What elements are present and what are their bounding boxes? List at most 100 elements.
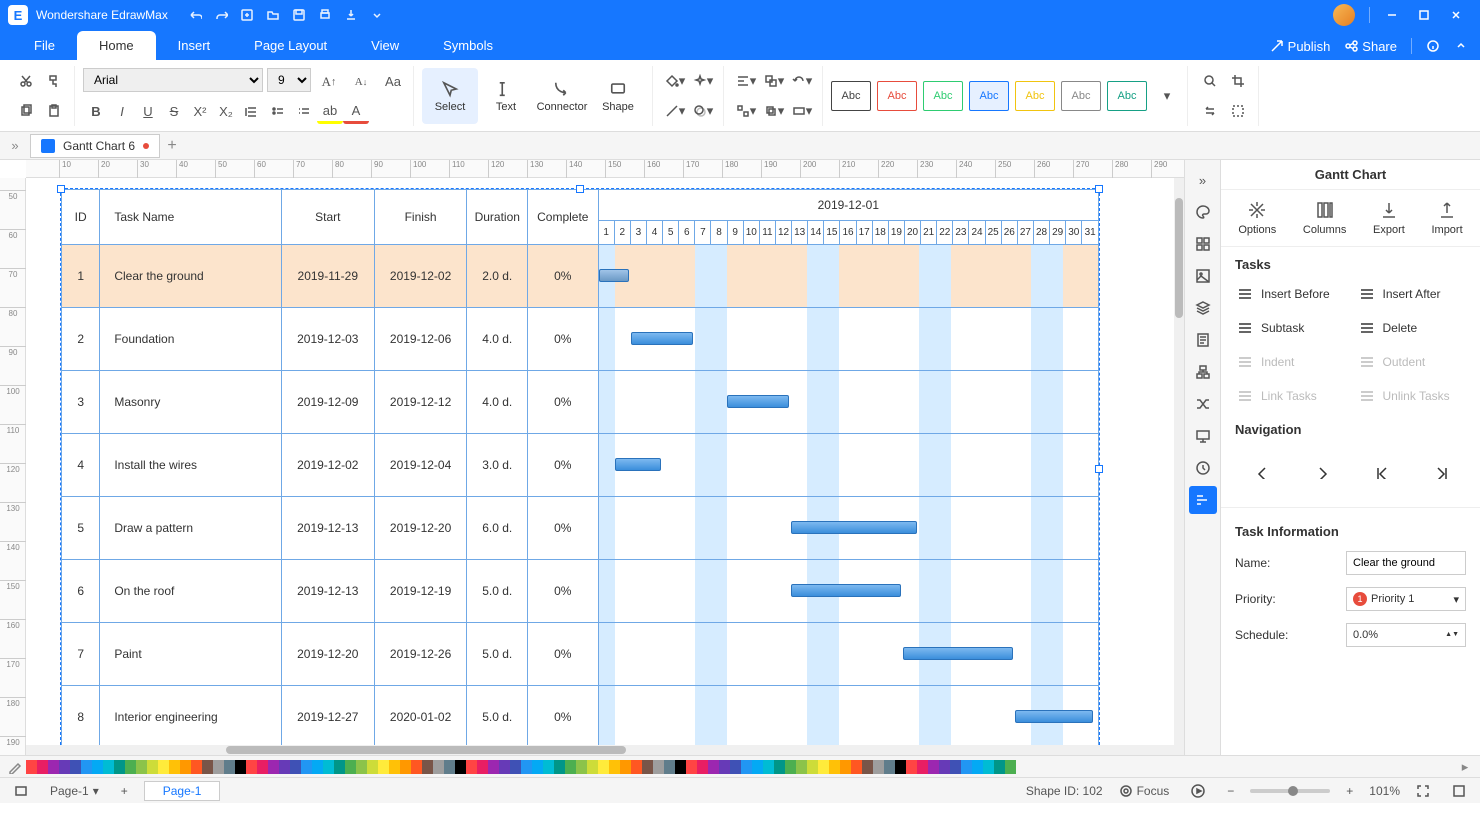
undo-button[interactable] — [182, 2, 208, 28]
format-painter-button[interactable] — [40, 67, 68, 95]
color-swatch[interactable] — [136, 760, 147, 774]
crop-button[interactable] — [1224, 67, 1252, 95]
palette-more-button[interactable]: ▸ — [1454, 758, 1476, 776]
color-swatch[interactable] — [378, 760, 389, 774]
insert-after-button[interactable]: Insert After — [1355, 278, 1469, 310]
color-swatch[interactable] — [147, 760, 158, 774]
color-swatch[interactable] — [279, 760, 290, 774]
style-swatch[interactable]: Abc — [969, 81, 1009, 111]
color-swatch[interactable] — [301, 760, 312, 774]
color-swatch[interactable] — [433, 760, 444, 774]
color-swatch[interactable] — [477, 760, 488, 774]
share-button[interactable]: Share — [1344, 39, 1397, 54]
zoom-in-button[interactable]: + — [1340, 782, 1359, 800]
menu-tab-insert[interactable]: Insert — [156, 31, 233, 60]
select-all-button[interactable] — [1224, 97, 1252, 125]
color-swatch[interactable] — [257, 760, 268, 774]
color-swatch[interactable] — [70, 760, 81, 774]
rail-theme-button[interactable] — [1189, 198, 1217, 226]
color-swatch[interactable] — [59, 760, 70, 774]
color-swatch[interactable] — [290, 760, 301, 774]
maximize-button[interactable] — [1408, 1, 1440, 29]
save-button[interactable] — [286, 2, 312, 28]
bullets-button[interactable] — [265, 100, 291, 124]
color-swatch[interactable] — [708, 760, 719, 774]
subscript-button[interactable]: X₂ — [213, 100, 239, 124]
nav-last-button[interactable] — [1425, 457, 1455, 487]
color-swatch[interactable] — [686, 760, 697, 774]
color-swatch[interactable] — [48, 760, 59, 774]
rotate-button[interactable]: ▾ — [788, 67, 816, 95]
gantt-row[interactable]: 3Masonry2019-12-092019-12-124.0 d.0% — [62, 371, 1099, 434]
distribute-button[interactable]: ▾ — [732, 97, 760, 125]
color-swatch[interactable] — [818, 760, 829, 774]
color-swatch[interactable] — [510, 760, 521, 774]
color-swatch[interactable] — [191, 760, 202, 774]
gantt-bar[interactable] — [791, 521, 917, 534]
gantt-bar[interactable] — [727, 395, 789, 408]
select-tool[interactable]: Select — [422, 68, 478, 124]
color-swatch[interactable] — [642, 760, 653, 774]
gantt-bar[interactable] — [599, 269, 629, 282]
rail-page-button[interactable] — [1189, 326, 1217, 354]
font-color-button[interactable]: A — [343, 100, 369, 124]
italic-button[interactable]: I — [109, 100, 135, 124]
shadow-button[interactable]: ▾ — [689, 97, 717, 125]
new-button[interactable] — [234, 2, 260, 28]
color-swatch[interactable] — [455, 760, 466, 774]
size-button[interactable]: ▾ — [788, 97, 816, 125]
color-swatch[interactable] — [169, 760, 180, 774]
gantt-bar[interactable] — [631, 332, 693, 345]
rail-grid-button[interactable] — [1189, 230, 1217, 258]
find-button[interactable] — [1196, 67, 1224, 95]
rail-image-button[interactable] — [1189, 262, 1217, 290]
palette-picker-button[interactable] — [4, 758, 26, 776]
schedule-input[interactable]: 0.0%▲▼ — [1346, 623, 1466, 647]
color-swatch[interactable] — [554, 760, 565, 774]
style-swatch[interactable]: Abc — [923, 81, 963, 111]
color-swatch[interactable] — [631, 760, 642, 774]
gantt-bar[interactable] — [1015, 710, 1093, 723]
color-swatch[interactable] — [444, 760, 455, 774]
numbering-button[interactable] — [291, 100, 317, 124]
color-swatch[interactable] — [587, 760, 598, 774]
color-swatch[interactable] — [26, 760, 37, 774]
rail-history-button[interactable] — [1189, 454, 1217, 482]
color-swatch[interactable] — [466, 760, 477, 774]
underline-button[interactable]: U — [135, 100, 161, 124]
canvas[interactable]: ID Task Name Start Finish Duration Compl… — [26, 178, 1184, 745]
rail-gantt-button[interactable] — [1189, 486, 1217, 514]
connector-tool[interactable]: Connector — [534, 68, 590, 124]
color-swatch[interactable] — [697, 760, 708, 774]
color-swatch[interactable] — [521, 760, 532, 774]
color-swatch[interactable] — [488, 760, 499, 774]
color-swatch[interactable] — [895, 760, 906, 774]
group-button[interactable]: ▾ — [760, 67, 788, 95]
columns-button[interactable]: Columns — [1303, 200, 1346, 236]
color-swatch[interactable] — [125, 760, 136, 774]
color-swatch[interactable] — [389, 760, 400, 774]
color-swatch[interactable] — [653, 760, 664, 774]
nav-first-button[interactable] — [1365, 457, 1395, 487]
color-swatch[interactable] — [851, 760, 862, 774]
rail-shuffle-button[interactable] — [1189, 390, 1217, 418]
style-more-button[interactable]: ▾ — [1153, 82, 1181, 110]
color-swatch[interactable] — [92, 760, 103, 774]
color-swatch[interactable] — [983, 760, 994, 774]
color-swatch[interactable] — [532, 760, 543, 774]
color-swatch[interactable] — [917, 760, 928, 774]
rail-overflow-button[interactable]: » — [1189, 166, 1217, 194]
fullscreen-button[interactable] — [1446, 782, 1472, 800]
color-swatch[interactable] — [235, 760, 246, 774]
selection-handle[interactable] — [576, 185, 584, 193]
zoom-slider[interactable] — [1250, 789, 1330, 793]
color-swatch[interactable] — [565, 760, 576, 774]
color-swatch[interactable] — [400, 760, 411, 774]
align-button[interactable]: ▾ — [732, 67, 760, 95]
color-swatch[interactable] — [840, 760, 851, 774]
color-swatch[interactable] — [972, 760, 983, 774]
text-tool[interactable]: Text — [478, 68, 534, 124]
selection-handle[interactable] — [1095, 185, 1103, 193]
shape-tool[interactable]: Shape — [590, 68, 646, 124]
rail-org-button[interactable] — [1189, 358, 1217, 386]
